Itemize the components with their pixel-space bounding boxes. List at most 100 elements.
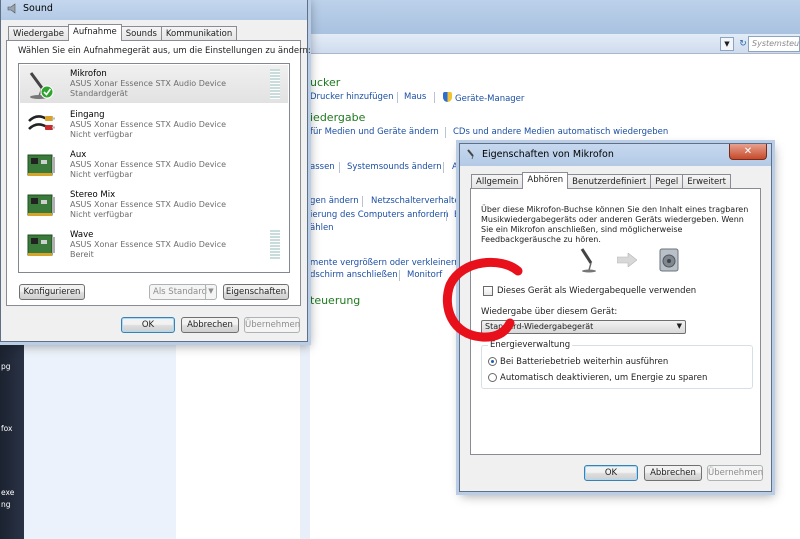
- power-option-radio[interactable]: [488, 357, 497, 366]
- set-default-dropdown[interactable]: Als Standard ▼: [149, 284, 217, 300]
- device-name: Aux: [70, 150, 87, 160]
- desktop-strip: pg fox exe ng: [0, 340, 24, 539]
- steuerung-heading[interactable]: teuerung: [310, 294, 360, 307]
- a-link[interactable]: A: [452, 162, 458, 172]
- instruction-text: Wählen Sie ein Aufnahmegerät aus, um die…: [18, 46, 311, 56]
- tab-pegel[interactable]: Pegel: [650, 174, 684, 189]
- mic-tabs: Allgemein Abhören Benutzerdefiniert Pege…: [471, 172, 732, 189]
- device-name: Mikrofon: [70, 69, 107, 79]
- device-description: ASUS Xonar Essence STX Audio Device: [70, 120, 227, 129]
- tab-kommunikation[interactable]: Kommunikation: [160, 26, 238, 41]
- device-status: Bereit: [70, 250, 94, 259]
- device-name: Eingang: [70, 110, 105, 120]
- description-line: Feedbackgeräusche zu hören.: [481, 235, 601, 244]
- monitor-link[interactable]: Monitorf: [407, 270, 442, 280]
- energie-link[interactable]: gen ändern: [310, 196, 359, 206]
- description-line: Musikwiedergabegeräts oder anderen Gerät…: [481, 215, 744, 224]
- apply-button[interactable]: Übernehmen: [244, 317, 300, 333]
- cancel-button[interactable]: Abbrechen: [181, 317, 239, 333]
- energieplan-link[interactable]: ählen: [310, 223, 334, 233]
- desktop-label: ng: [1, 500, 11, 509]
- speaker-device-icon: [659, 248, 679, 272]
- device-name: Stereo Mix: [70, 190, 116, 200]
- separator: [397, 92, 398, 103]
- address-dropdown-button[interactable]: ▼: [720, 37, 734, 51]
- cds-link[interactable]: CDs und andere Medien automatisch wieder…: [453, 127, 668, 137]
- geraete-manager-label: Geräte-Manager: [455, 94, 525, 104]
- tab-wiedergabe[interactable]: Wiedergabe: [8, 26, 70, 41]
- textgroesse-link[interactable]: mente vergrößern oder verkleinern: [310, 258, 460, 268]
- device-status: Standardgerät: [70, 89, 128, 98]
- configure-button[interactable]: Konfigurieren: [19, 284, 85, 300]
- power-option-radio[interactable]: [488, 373, 497, 382]
- description-line: Über diese Mikrofon-Buchse können Sie de…: [481, 205, 749, 214]
- list-item[interactable]: Wave ASUS Xonar Essence STX Audio Device…: [20, 226, 288, 264]
- sound-dialog: Sound Wiedergabe Aufnahme Sounds Kommuni…: [0, 0, 311, 342]
- power-option-label[interactable]: Bei Batteriebetrieb weiterhin ausführen: [500, 357, 668, 367]
- set-default-label: Als Standard: [153, 287, 207, 297]
- annotation-circle-mark: [442, 257, 523, 342]
- control-panel-addressbar: ▼ ↻ Systemsteue: [300, 34, 800, 54]
- drucker-heading[interactable]: ucker: [310, 76, 340, 89]
- chevron-down-icon: ▼: [676, 322, 682, 330]
- desktop-label: exe: [1, 488, 15, 497]
- tab-benutzerdefiniert[interactable]: Benutzerdefiniert: [567, 174, 652, 189]
- systemsounds-link[interactable]: Systemsounds ändern: [347, 162, 442, 172]
- device-description: ASUS Xonar Essence STX Audio Device: [70, 160, 227, 169]
- power-option-label[interactable]: Automatisch deaktivieren, um Energie zu …: [500, 373, 707, 383]
- bildschirm-link[interactable]: dschirm anschließen: [310, 270, 398, 280]
- tab-allgemein[interactable]: Allgemein: [471, 174, 524, 189]
- chevron-down-icon: ▼: [205, 284, 216, 300]
- desktop-label: pg: [1, 362, 11, 371]
- close-button[interactable]: ✕: [729, 144, 767, 160]
- device-description: ASUS Xonar Essence STX Audio Device: [70, 200, 227, 209]
- wiedergabe-heading[interactable]: iedergabe: [310, 111, 365, 124]
- drucker-hinzufuegen-link[interactable]: Drucker hinzufügen: [310, 92, 394, 102]
- microphone-icon: [580, 248, 596, 273]
- tab-aufnahme[interactable]: Aufnahme: [68, 24, 122, 41]
- control-panel-titlebar: [300, 0, 800, 34]
- microphone-icon: [29, 72, 54, 99]
- search-input[interactable]: Systemsteue: [748, 36, 800, 52]
- list-item[interactable]: Mikrofon ASUS Xonar Essence STX Audio De…: [20, 65, 288, 103]
- tab-erweitert[interactable]: Erweitert: [682, 174, 732, 189]
- properties-button[interactable]: Eigenschaften: [223, 284, 289, 300]
- maus-link[interactable]: Maus: [404, 92, 426, 102]
- microphone-icon: [467, 149, 474, 160]
- mic-dialog-titlebar[interactable]: Eigenschaften von Mikrofon ✕: [460, 144, 771, 166]
- device-name: Wave: [70, 230, 94, 240]
- cancel-button[interactable]: Abbrechen: [644, 465, 702, 481]
- sound-dialog-titlebar[interactable]: Sound: [1, 0, 307, 20]
- sound-card-icon: [27, 234, 55, 256]
- device-status: Nicht verfügbar: [70, 130, 133, 139]
- separator: [434, 92, 435, 103]
- device-status: Nicht verfügbar: [70, 170, 133, 179]
- separator: [399, 270, 400, 281]
- separator: [446, 210, 447, 221]
- device-list[interactable]: Mikrofon ASUS Xonar Essence STX Audio De…: [18, 63, 290, 273]
- apply-button[interactable]: Übernehmen: [707, 465, 763, 481]
- rca-cable-icon: [28, 115, 55, 130]
- speaker-icon: [7, 3, 16, 14]
- assen-link[interactable]: assen: [310, 162, 335, 172]
- separator: [445, 127, 446, 138]
- netzschalter-link[interactable]: Netzschalterverhalten: [371, 196, 465, 206]
- desktop-label: fox: [1, 424, 13, 433]
- ok-button[interactable]: OK: [584, 465, 638, 481]
- shield-icon: [443, 92, 452, 102]
- tab-abhoeren[interactable]: Abhören: [522, 172, 569, 189]
- kennwort-link[interactable]: ierung des Computers anfordern: [310, 210, 449, 220]
- device-status: Nicht verfügbar: [70, 210, 133, 219]
- separator: [339, 162, 340, 173]
- sound-card-icon: [27, 154, 55, 176]
- geraete-manager-link[interactable]: Geräte-Manager: [443, 92, 524, 104]
- description-line: Sie ein Mikrofon anschließen, sind mögli…: [481, 225, 683, 234]
- ok-button[interactable]: OK: [121, 317, 175, 333]
- list-item[interactable]: Stereo Mix ASUS Xonar Essence STX Audio …: [20, 186, 288, 224]
- list-item[interactable]: Eingang ASUS Xonar Essence STX Audio Dev…: [20, 106, 288, 144]
- tab-sounds[interactable]: Sounds: [120, 26, 162, 41]
- list-item[interactable]: Aux ASUS Xonar Essence STX Audio Device …: [20, 146, 288, 184]
- sound-card-icon: [27, 194, 55, 216]
- level-meter: [270, 230, 280, 260]
- medien-link[interactable]: für Medien und Geräte ändern: [310, 127, 439, 137]
